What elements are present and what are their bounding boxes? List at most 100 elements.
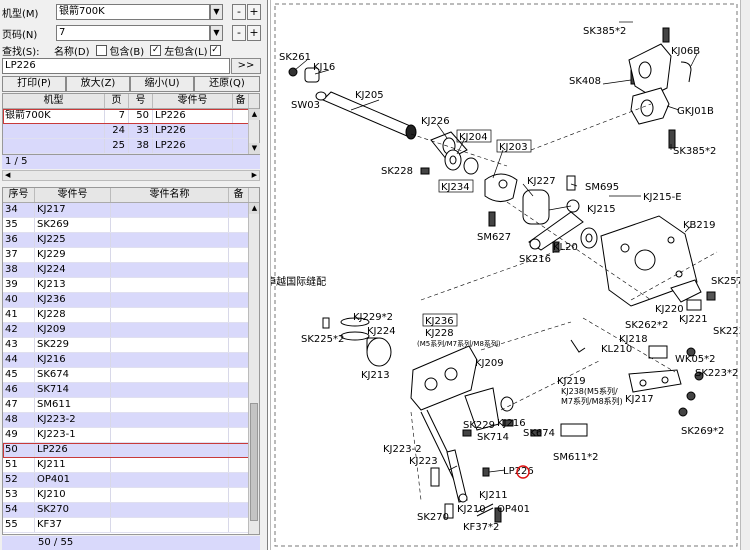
- parts-row[interactable]: 44 KJ216: [3, 353, 259, 368]
- parts-row[interactable]: 51 KJ211: [3, 458, 259, 473]
- label-sk269: SK269*2: [681, 426, 724, 437]
- extra-checkbox[interactable]: ✓: [209, 44, 221, 56]
- zoom-out-button[interactable]: 缩小(U): [130, 76, 194, 92]
- parts-row[interactable]: 37 KJ229: [3, 248, 259, 263]
- results-col-part: 零件号: [153, 94, 233, 108]
- parts-cell: SK229: [35, 338, 111, 352]
- label-wk05: WK05*2: [675, 354, 716, 365]
- parts-row[interactable]: 49 KJ223-1: [3, 428, 259, 443]
- model-select[interactable]: 银箭700K: [56, 4, 210, 20]
- label-sk408: SK408: [569, 76, 601, 87]
- model-next-button[interactable]: +: [247, 4, 261, 20]
- label-kj06b: KJ06B: [671, 46, 700, 57]
- results-row[interactable]: 25 38 LP226: [3, 139, 259, 154]
- label-sk216: SK216: [519, 254, 551, 265]
- results-row[interactable]: 24 33 LP226: [3, 124, 259, 139]
- scroll-right-icon[interactable]: ▶: [252, 171, 257, 179]
- parts-cell: [111, 443, 229, 457]
- results-cell: LP226: [153, 109, 233, 123]
- parts-row[interactable]: 36 KJ225: [3, 233, 259, 248]
- label-op401: OP401: [497, 504, 530, 515]
- parts-cell: [229, 218, 249, 232]
- diagram-scrollbar[interactable]: [740, 0, 750, 550]
- parts-row[interactable]: 46 SK714: [3, 383, 259, 398]
- parts-row[interactable]: 38 KJ224: [3, 263, 259, 278]
- page-next-button[interactable]: +: [247, 25, 261, 41]
- parts-row[interactable]: 42 KJ209: [3, 323, 259, 338]
- parts-scroll-up-icon[interactable]: ▲: [249, 203, 259, 214]
- parts-row[interactable]: 40 KJ236: [3, 293, 259, 308]
- results-cell: LP226: [153, 139, 233, 153]
- parts-cell: [111, 203, 229, 217]
- results-cell: 50: [129, 109, 153, 123]
- parts-cell: [229, 293, 249, 307]
- search-input[interactable]: LP226: [2, 58, 230, 74]
- page-select[interactable]: 7: [56, 25, 210, 41]
- parts-row[interactable]: 50 LP226: [3, 443, 259, 458]
- parts-row[interactable]: 41 KJ228: [3, 308, 259, 323]
- parts-cell: KJ210: [35, 488, 111, 502]
- label-kj16: KJ16: [313, 62, 335, 73]
- scroll-left-icon[interactable]: ◀: [5, 171, 10, 179]
- parts-cell: KJ225: [35, 233, 111, 247]
- label-sk385a: SK385*2: [583, 26, 626, 37]
- label-sw03: SW03: [291, 100, 320, 111]
- restore-button[interactable]: 还原(Q): [194, 76, 260, 92]
- results-cell: 银箭700K: [3, 109, 105, 123]
- results-body: 银箭700K 7 50 LP226 24 33 LP226 25 38 LP226: [3, 109, 259, 154]
- label-kj215e: KJ215-E: [643, 192, 682, 203]
- parts-row[interactable]: 45 SK674: [3, 368, 259, 383]
- model-prev-button[interactable]: -: [232, 4, 246, 20]
- parts-row[interactable]: 52 OP401: [3, 473, 259, 488]
- parts-scroll-thumb[interactable]: [250, 403, 258, 521]
- results-cell: [3, 139, 105, 153]
- parts-cell: [111, 488, 229, 502]
- parts-row[interactable]: 39 KJ213: [3, 278, 259, 293]
- left-contains-checkbox[interactable]: ✓: [150, 44, 162, 56]
- model-dropdown-arrow-icon[interactable]: ▼: [210, 4, 223, 20]
- parts-body: 34 KJ217 35 SK269 36 KJ225 37 KJ229 38 KJ224 39 KJ2…: [3, 203, 259, 533]
- parts-cell: KJ223-2: [35, 413, 111, 427]
- label-kj213: KJ213: [361, 370, 390, 381]
- results-hscrollbar[interactable]: ◀ ▶: [2, 170, 260, 181]
- parts-cell: 38: [3, 263, 35, 277]
- search-go-button[interactable]: >>: [231, 58, 261, 74]
- parts-row[interactable]: 47 SM611: [3, 398, 259, 413]
- parts-cell: 48: [3, 413, 35, 427]
- parts-cell: KJ211: [35, 458, 111, 472]
- parts-cell: 51: [3, 458, 35, 472]
- parts-row[interactable]: 53 KJ210: [3, 488, 259, 503]
- parts-cell: [229, 383, 249, 397]
- zoom-in-button[interactable]: 放大(Z): [66, 76, 130, 92]
- parts-row[interactable]: 54 SK270: [3, 503, 259, 518]
- page-dropdown-arrow-icon[interactable]: ▼: [210, 25, 223, 41]
- parts-status: 50 / 55: [2, 536, 260, 550]
- scroll-up-icon[interactable]: ▲: [249, 109, 260, 120]
- parts-scrollbar[interactable]: ▲: [248, 203, 259, 534]
- results-cell: LP226: [153, 124, 233, 138]
- page-prev-button[interactable]: -: [232, 25, 246, 41]
- print-button[interactable]: 打印(P): [2, 76, 66, 92]
- parts-cell: [229, 248, 249, 262]
- contains-checkbox[interactable]: [95, 44, 107, 56]
- parts-row[interactable]: 35 SK269: [3, 218, 259, 233]
- label-kj228: KJ228: [425, 328, 454, 339]
- parts-row[interactable]: 34 KJ217: [3, 203, 259, 218]
- parts-cell: [111, 428, 229, 442]
- parts-cell: [111, 248, 229, 262]
- parts-cell: KJ236: [35, 293, 111, 307]
- parts-row[interactable]: 43 SK229: [3, 338, 259, 353]
- results-scrollbar[interactable]: ▲ ▼: [248, 109, 260, 154]
- parts-cell: [229, 308, 249, 322]
- scroll-down-icon[interactable]: ▼: [249, 143, 260, 154]
- opt-left-contains-label: 左包含(L): [164, 46, 208, 58]
- parts-cell: KJ209: [35, 323, 111, 337]
- label-sk262: SK262*2: [625, 320, 668, 331]
- label-kj227: KJ227: [527, 176, 556, 187]
- parts-cell: SK269: [35, 218, 111, 232]
- parts-row[interactable]: 48 KJ223-2: [3, 413, 259, 428]
- parts-row[interactable]: 55 KF37: [3, 518, 259, 533]
- parts-cell: [229, 278, 249, 292]
- results-row[interactable]: 银箭700K 7 50 LP226: [3, 109, 259, 124]
- exploded-parts-diagram[interactable]: 卓越国际 卓越国际缝配: [271, 0, 741, 550]
